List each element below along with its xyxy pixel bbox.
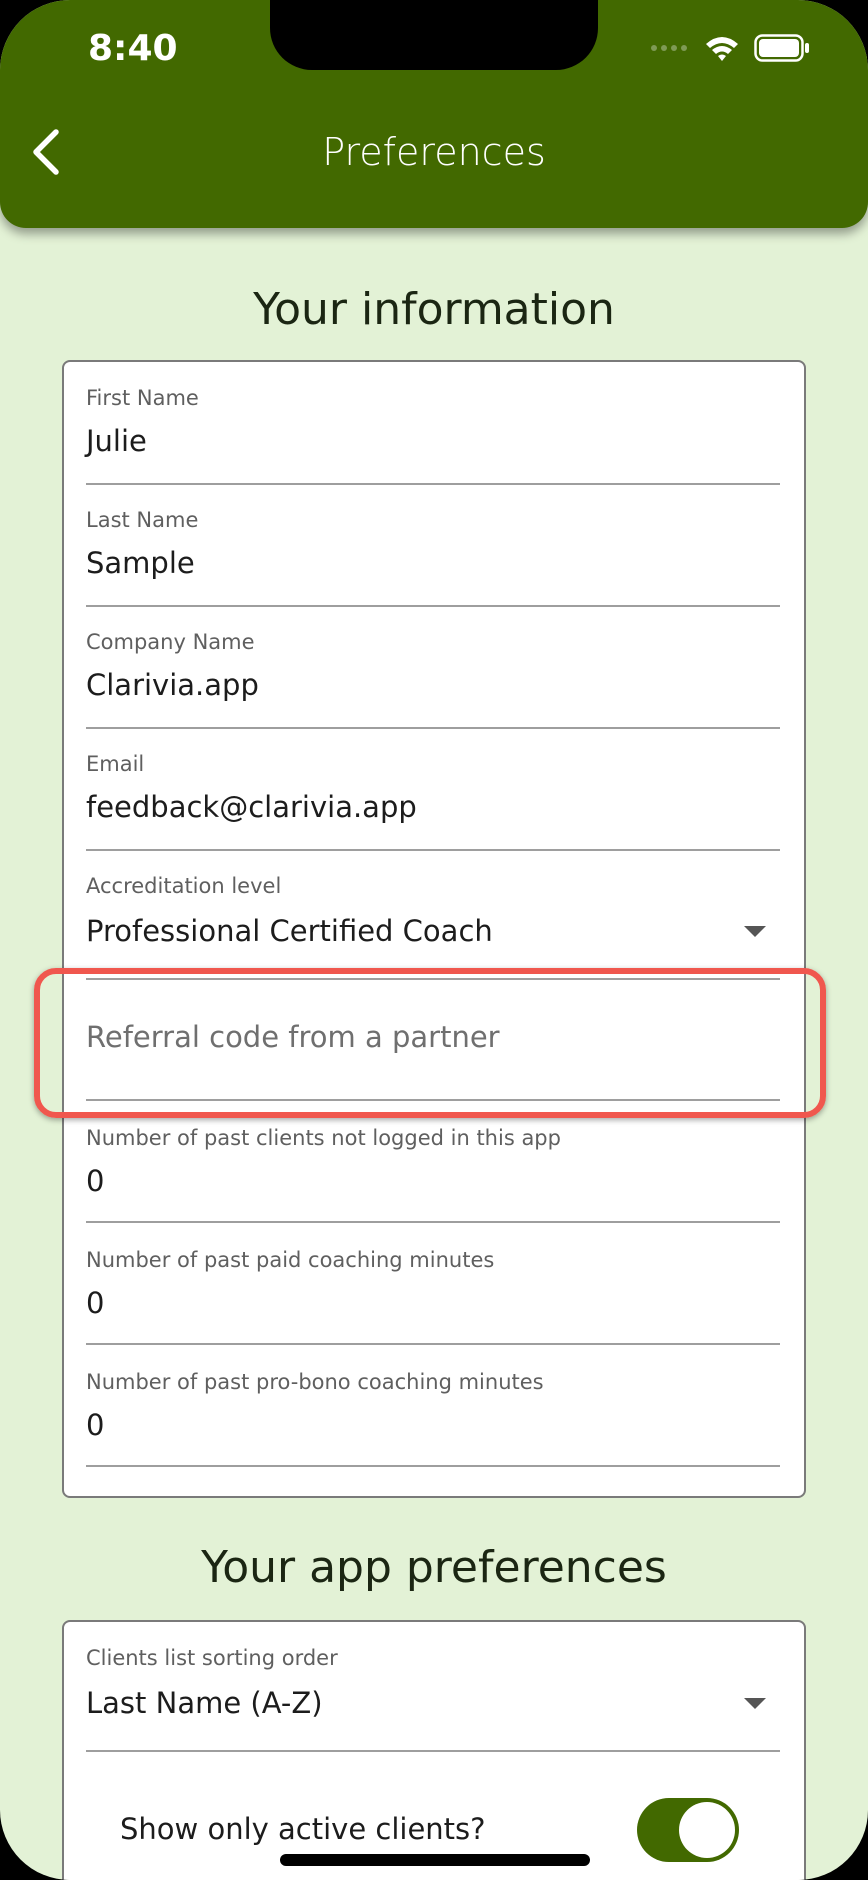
probono-minutes-field[interactable]: Number of past pro-bono coaching minutes… [86, 1370, 780, 1467]
page-title: Preferences [322, 130, 546, 174]
first-name-field[interactable]: First Name Julie [86, 386, 780, 485]
paid-minutes-value: 0 [86, 1286, 105, 1320]
company-name-label: Company Name [86, 630, 255, 654]
device-notch [270, 0, 598, 70]
status-icons [650, 34, 810, 62]
probono-minutes-label: Number of past pro-bono coaching minutes [86, 1370, 544, 1394]
section-title-preferences: Your app preferences [201, 1542, 667, 1593]
signal-icon [651, 45, 687, 51]
app-bar: 8:40 Preferences [0, 0, 868, 228]
past-clients-label: Number of past clients not logged in thi… [86, 1126, 561, 1150]
highlight-box [34, 968, 826, 1118]
sort-order-value: Last Name (A-Z) [86, 1686, 323, 1720]
phone-screen: 8:40 Preferences Your information First … [0, 0, 868, 1880]
active-clients-toggle[interactable] [637, 1798, 739, 1862]
home-indicator [280, 1854, 590, 1866]
last-name-field[interactable]: Last Name Sample [86, 508, 780, 607]
first-name-label: First Name [86, 386, 199, 410]
email-field[interactable]: Email feedback@clarivia.app [86, 752, 780, 851]
chevron-down-icon [744, 926, 766, 937]
email-label: Email [86, 752, 145, 776]
last-name-value: Sample [86, 546, 195, 580]
accreditation-label: Accreditation level [86, 874, 282, 898]
status-time: 8:40 [88, 28, 178, 69]
accreditation-dropdown[interactable]: Accreditation level Professional Certifi… [86, 874, 780, 980]
past-clients-field[interactable]: Number of past clients not logged in thi… [86, 1126, 780, 1223]
last-name-label: Last Name [86, 508, 199, 532]
active-clients-label: Show only active clients? [120, 1812, 486, 1846]
paid-minutes-field[interactable]: Number of past paid coaching minutes 0 [86, 1248, 780, 1345]
section-title-info: Your information [253, 284, 615, 335]
past-clients-value: 0 [86, 1164, 105, 1198]
company-name-value: Clarivia.app [86, 668, 259, 702]
email-value: feedback@clarivia.app [86, 790, 417, 824]
wifi-icon [706, 37, 738, 61]
sort-order-dropdown[interactable]: Clients list sorting order Last Name (A-… [86, 1646, 780, 1752]
paid-minutes-label: Number of past paid coaching minutes [86, 1248, 495, 1272]
chevron-down-icon [744, 1698, 766, 1709]
battery-icon [754, 34, 809, 62]
first-name-value: Julie [86, 424, 147, 458]
probono-minutes-value: 0 [86, 1408, 105, 1442]
sort-order-label: Clients list sorting order [86, 1646, 338, 1670]
company-name-field[interactable]: Company Name Clarivia.app [86, 630, 780, 729]
toggle-knob [679, 1802, 735, 1858]
accreditation-value: Professional Certified Coach [86, 914, 493, 948]
